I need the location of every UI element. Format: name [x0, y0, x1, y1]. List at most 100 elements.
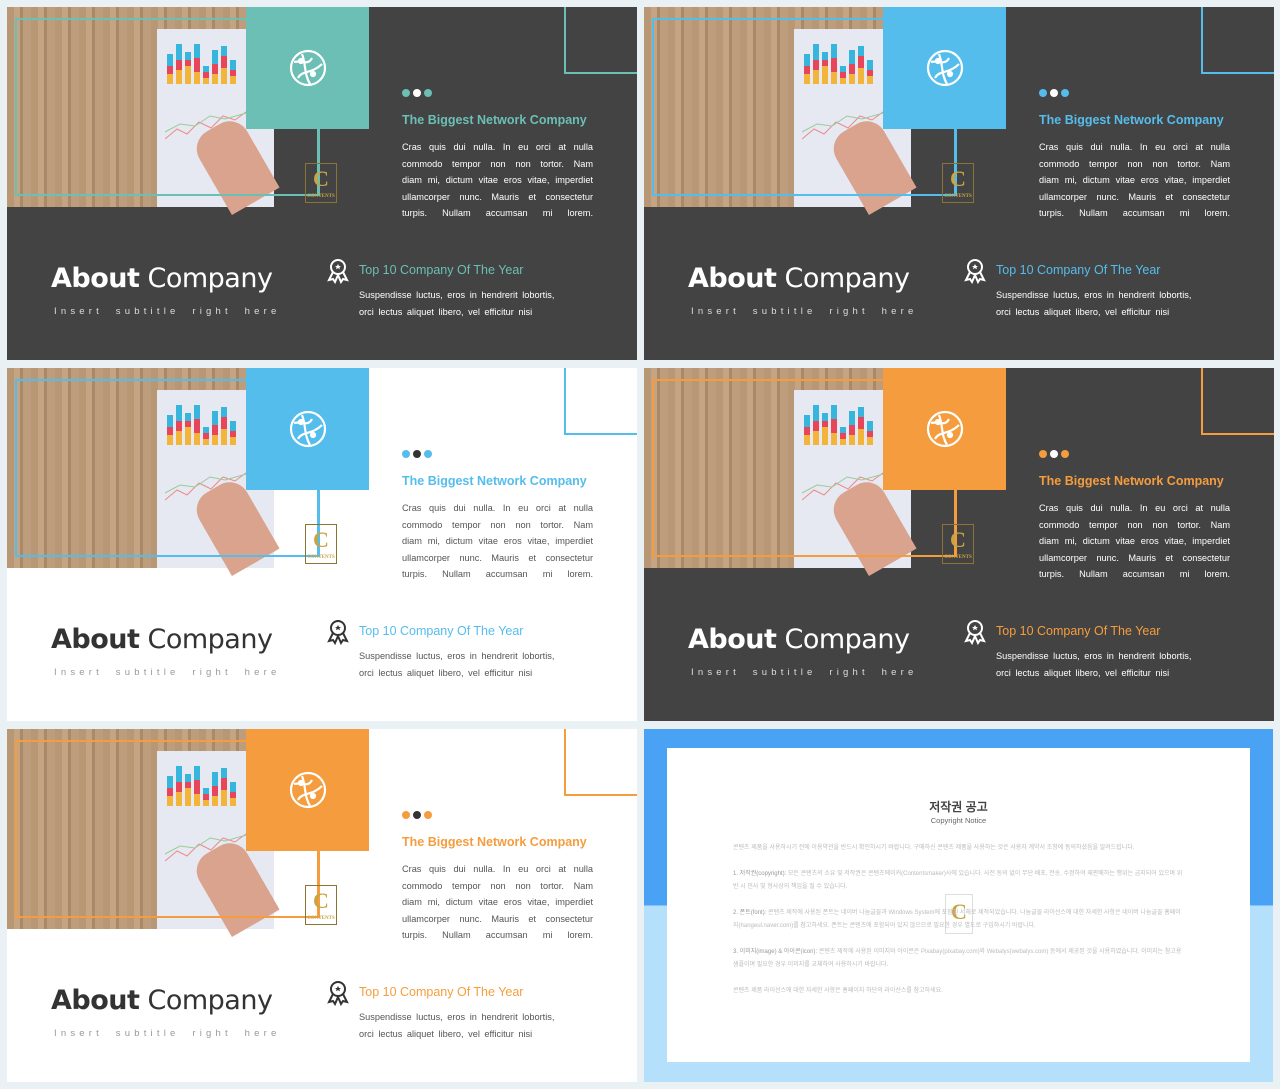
slide-subtitle: Insert subtitle right here — [691, 306, 918, 317]
accent-square — [246, 368, 369, 490]
title-bold: About — [51, 624, 140, 655]
award-ribbon-icon — [964, 620, 986, 645]
copyright-intro: 콘텐츠 제품을 사용하시기 전에 이용약관을 반드시 확인하시기 바랍니다. 구… — [733, 845, 1135, 851]
slide-thumbnail-5[interactable]: C CONTENTS The Biggest Network Company Cr… — [7, 729, 637, 1082]
slide-thumbnail-4[interactable]: C CONTENTS The Biggest Network Company Cr… — [644, 368, 1274, 721]
title-bold: About — [51, 263, 140, 294]
section-heading: The Biggest Network Company — [402, 474, 587, 488]
title-bold: About — [688, 263, 777, 294]
font-section: 2. 폰트(font): 콘텐츠 제작에 사용된 폰트는 네이버 나눔글꼴과 W… — [733, 907, 1185, 933]
award-title: Top 10 Company Of The Year — [359, 985, 524, 999]
accent-square — [883, 7, 1006, 129]
dot — [424, 811, 432, 819]
award-text: Suspendisse luctus, eros in hendrerit lo… — [359, 648, 554, 682]
award-ribbon-icon — [327, 620, 349, 645]
section-paragraph: Cras quis dui nulla. In eu orci at nulla… — [1039, 503, 1230, 580]
award-text-line: Suspendisse luctus, eros in hendrerit lo… — [359, 651, 555, 661]
title-rest: Company — [776, 263, 910, 294]
dots-indicator — [402, 89, 432, 97]
section-paragraph: Cras quis dui nulla. In eu orci at nulla… — [402, 503, 593, 580]
award-text-line: Suspendisse luctus, eros in hendrerit lo… — [359, 1012, 555, 1022]
slide-thumbnail-1[interactable]: C CONTENTS The Biggest Network Company Cr… — [7, 7, 637, 360]
dots-indicator — [1039, 89, 1069, 97]
dot — [413, 450, 421, 458]
award-title: Top 10 Company Of The Year — [359, 624, 524, 638]
corner-accent — [564, 7, 637, 74]
award-text: Suspendisse luctus, eros in hendrerit lo… — [996, 287, 1191, 321]
award-text-line: orci lectus aliquet libero, vel efficitu… — [996, 668, 1170, 678]
accent-square — [246, 7, 369, 129]
award-text-line: orci lectus aliquet libero, vel efficitu… — [996, 307, 1170, 317]
dot — [424, 450, 432, 458]
dot — [424, 89, 432, 97]
title-rest: Company — [776, 624, 910, 655]
globe-network-icon — [926, 410, 963, 448]
slide-subtitle: Insert subtitle right here — [691, 667, 918, 678]
dot — [413, 811, 421, 819]
slide-subtitle: Insert subtitle right here — [54, 306, 281, 317]
section-label: 2. 폰트(font): — [733, 910, 767, 916]
brand-logo: C CONTENTS — [305, 885, 337, 925]
section-paragraph: Cras quis dui nulla. In eu orci at nulla… — [402, 142, 593, 219]
dots-indicator — [402, 811, 432, 819]
globe-network-icon — [289, 771, 326, 809]
slide-thumbnail-3[interactable]: C CONTENTS The Biggest Network Company Cr… — [7, 368, 637, 721]
globe-network-icon — [926, 49, 963, 87]
section-paragraph: Cras quis dui nulla. In eu orci at nulla… — [402, 864, 593, 941]
dot — [402, 89, 410, 97]
award-title: Top 10 Company Of The Year — [996, 624, 1161, 638]
brand-logo: C CONTENTS — [942, 524, 974, 564]
award-ribbon-icon — [327, 259, 349, 284]
brand-logo: C CONTENTS — [305, 524, 337, 564]
accent-square — [246, 729, 369, 851]
award-ribbon-icon — [964, 259, 986, 284]
image-section: 3. 이미지(image) & 아이콘(icon): 콘텐츠 제작에 사용된 이… — [733, 946, 1185, 972]
award-title: Top 10 Company Of The Year — [996, 263, 1161, 277]
slide-title: About Company — [688, 263, 910, 294]
dots-indicator — [1039, 450, 1069, 458]
globe-network-icon — [289, 49, 326, 87]
award-text: Suspendisse luctus, eros in hendrerit lo… — [359, 287, 554, 321]
copyright-section: 1. 저작권(copyright): 모든 콘텐츠의 소유 및 저작권은 콘텐츠… — [733, 868, 1185, 894]
section-heading: The Biggest Network Company — [402, 113, 587, 127]
award-text-line: Suspendisse luctus, eros in hendrerit lo… — [996, 651, 1192, 661]
dot — [1061, 450, 1069, 458]
corner-accent — [1201, 368, 1274, 435]
corner-accent — [1201, 7, 1274, 74]
slide-title: About Company — [51, 263, 273, 294]
dots-indicator — [402, 450, 432, 458]
copyright-title: 저작권 공고 — [929, 800, 988, 814]
title-rest: Company — [139, 624, 273, 655]
title-rest: Company — [139, 263, 273, 294]
award-text: Suspendisse luctus, eros in hendrerit lo… — [996, 648, 1191, 682]
dot — [1050, 89, 1058, 97]
award-text: Suspendisse luctus, eros in hendrerit lo… — [359, 1009, 554, 1043]
award-ribbon-icon — [327, 981, 349, 1006]
section-heading: The Biggest Network Company — [1039, 474, 1224, 488]
slide-subtitle: Insert subtitle right here — [54, 1028, 281, 1039]
section-paragraph: Cras quis dui nulla. In eu orci at nulla… — [1039, 142, 1230, 219]
slide-title: About Company — [51, 985, 273, 1016]
dot — [402, 811, 410, 819]
section-label: 3. 이미지(image) & 아이콘(icon): — [733, 949, 818, 955]
section-heading: The Biggest Network Company — [1039, 113, 1224, 127]
accent-square — [883, 368, 1006, 490]
brand-logo: C CONTENTS — [305, 163, 337, 203]
copyright-body: 콘텐츠 제품을 사용하시기 전에 이용약관을 반드시 확인하시기 바랍니다. 구… — [733, 842, 1185, 1011]
award-text-line: Suspendisse luctus, eros in hendrerit lo… — [996, 290, 1192, 300]
section-heading: The Biggest Network Company — [402, 835, 587, 849]
dot — [1039, 89, 1047, 97]
copyright-slide[interactable]: 저작권 공고 Copyright Notice C 콘텐츠 제품을 사용하시기 … — [644, 729, 1273, 1082]
corner-accent — [564, 729, 637, 796]
dot — [1050, 450, 1058, 458]
award-text-line: orci lectus aliquet libero, vel efficitu… — [359, 1029, 533, 1039]
slide-title: About Company — [51, 624, 273, 655]
award-text-line: orci lectus aliquet libero, vel efficitu… — [359, 668, 533, 678]
dot — [1061, 89, 1069, 97]
copyright-subtitle: Copyright Notice — [930, 816, 987, 825]
title-bold: About — [51, 985, 140, 1016]
slide-thumbnail-2[interactable]: C CONTENTS The Biggest Network Company Cr… — [644, 7, 1274, 360]
brand-logo: C CONTENTS — [942, 163, 974, 203]
award-title: Top 10 Company Of The Year — [359, 263, 524, 277]
section-text: 모든 콘텐츠의 소유 및 저작권은 콘텐츠메이커(Contentsmaker)사… — [733, 871, 1183, 890]
